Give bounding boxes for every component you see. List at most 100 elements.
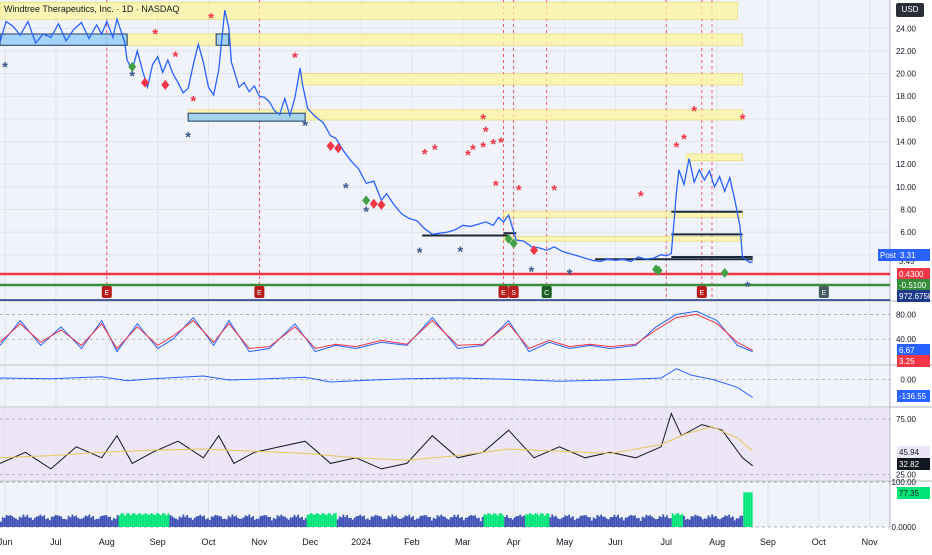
histogram-bar xyxy=(24,516,27,527)
histogram-bar xyxy=(327,513,330,527)
histogram-bar xyxy=(289,517,292,527)
histogram-bar xyxy=(65,519,68,527)
histogram-bar xyxy=(513,517,516,527)
histogram-bar xyxy=(173,517,175,527)
blue-star-marker: * xyxy=(417,244,423,261)
histogram-bar xyxy=(579,515,582,527)
blue-star-marker: * xyxy=(2,59,8,76)
histogram-bar xyxy=(41,516,44,527)
histogram-bar xyxy=(477,517,480,527)
histogram-bar xyxy=(408,514,411,527)
histogram-bar xyxy=(325,515,328,527)
histogram-bar xyxy=(720,518,723,527)
event-marker-letter: S xyxy=(511,290,516,297)
histogram-bar xyxy=(470,515,473,527)
histogram-bar xyxy=(37,516,40,527)
histogram-bar xyxy=(436,515,439,527)
event-marker-letter: E xyxy=(699,290,704,297)
event-marker-letter: E xyxy=(822,290,827,297)
histogram-bar xyxy=(47,518,49,527)
x-axis-tick-label: Oct xyxy=(202,537,217,547)
blue-star-marker: * xyxy=(567,266,573,283)
histogram-bar xyxy=(750,492,753,527)
histogram-bar xyxy=(116,515,119,527)
histogram-bar xyxy=(319,514,322,527)
histogram-bar xyxy=(715,515,717,527)
histogram-bar xyxy=(639,520,642,527)
histogram-bar xyxy=(71,514,74,527)
x-axis-tick-label: May xyxy=(556,537,574,547)
histogram-bar xyxy=(585,515,588,527)
histogram-bar xyxy=(220,516,222,527)
histogram-bar xyxy=(336,519,339,527)
histogram-bar xyxy=(146,514,149,527)
histogram-bar xyxy=(1,517,4,527)
histogram-bar xyxy=(244,515,247,527)
histogram-bar xyxy=(393,516,396,527)
histogram-bar xyxy=(186,515,189,527)
sell-star-marker: * xyxy=(190,93,196,110)
histogram-bar xyxy=(242,517,245,527)
event-marker-letter: E xyxy=(501,290,506,297)
histogram-bar xyxy=(652,518,655,527)
histogram-bar xyxy=(400,518,403,527)
histogram-bar xyxy=(278,516,281,527)
histogram-bar xyxy=(523,515,525,527)
histogram-bar xyxy=(675,513,678,527)
histogram-bar xyxy=(225,519,228,527)
histogram-bar xyxy=(524,514,527,527)
histogram-bar xyxy=(641,516,644,527)
histogram-bar xyxy=(707,515,710,527)
histogram-bar xyxy=(730,517,732,527)
histogram-bar xyxy=(33,517,36,527)
histogram-bar xyxy=(515,516,518,527)
sell-star-marker: * xyxy=(173,49,179,66)
histogram-bar xyxy=(573,520,576,527)
histogram-bar xyxy=(365,519,367,527)
histogram-bar xyxy=(43,515,46,527)
histogram-bar xyxy=(737,518,740,527)
histogram-bar xyxy=(703,518,706,527)
sell-star-marker: * xyxy=(638,188,644,205)
y-axis-tick-label: 16.00 xyxy=(896,115,917,124)
histogram-bar xyxy=(105,515,108,527)
sell-star-marker: * xyxy=(490,136,496,153)
histogram-bar xyxy=(144,513,147,527)
histogram-bar xyxy=(630,515,633,527)
histogram-bar xyxy=(58,515,61,527)
histogram-bar xyxy=(101,515,104,527)
sell-star-marker: * xyxy=(493,178,499,195)
histogram-bar xyxy=(26,514,29,527)
histogram-bar xyxy=(133,513,136,527)
x-axis-tick-label: Nov xyxy=(862,537,879,547)
histogram-bar xyxy=(654,519,657,527)
histogram-bar xyxy=(673,515,676,527)
histogram-bar xyxy=(302,520,305,527)
histogram-bar xyxy=(150,513,153,527)
sell-star-marker: * xyxy=(208,10,214,27)
histogram-bar xyxy=(45,519,47,527)
histogram-bar xyxy=(698,516,700,527)
histogram-bar xyxy=(587,517,589,527)
histogram-bar xyxy=(22,514,25,527)
histogram-bar xyxy=(572,516,574,527)
histogram-bar xyxy=(252,516,254,527)
histogram-bar xyxy=(193,517,196,527)
blue-star-marker: * xyxy=(745,278,751,295)
histogram-bar xyxy=(643,517,646,527)
histogram-bar xyxy=(39,514,42,527)
histogram-bar xyxy=(404,515,407,527)
blue-star-marker: * xyxy=(457,243,463,260)
currency-button[interactable]: USD xyxy=(896,3,924,17)
histogram-bar xyxy=(558,519,561,527)
y-axis-tick-label: 8.00 xyxy=(900,205,916,214)
histogram-bar xyxy=(594,518,597,527)
histogram-bar xyxy=(451,517,454,527)
histogram-bar xyxy=(592,517,595,527)
histogram-bar xyxy=(195,516,198,527)
histogram-bar xyxy=(112,517,115,527)
histogram-bar xyxy=(86,516,89,527)
histogram-bar xyxy=(664,517,667,527)
sell-star-marker: * xyxy=(483,123,489,140)
histogram-bar xyxy=(314,514,317,527)
